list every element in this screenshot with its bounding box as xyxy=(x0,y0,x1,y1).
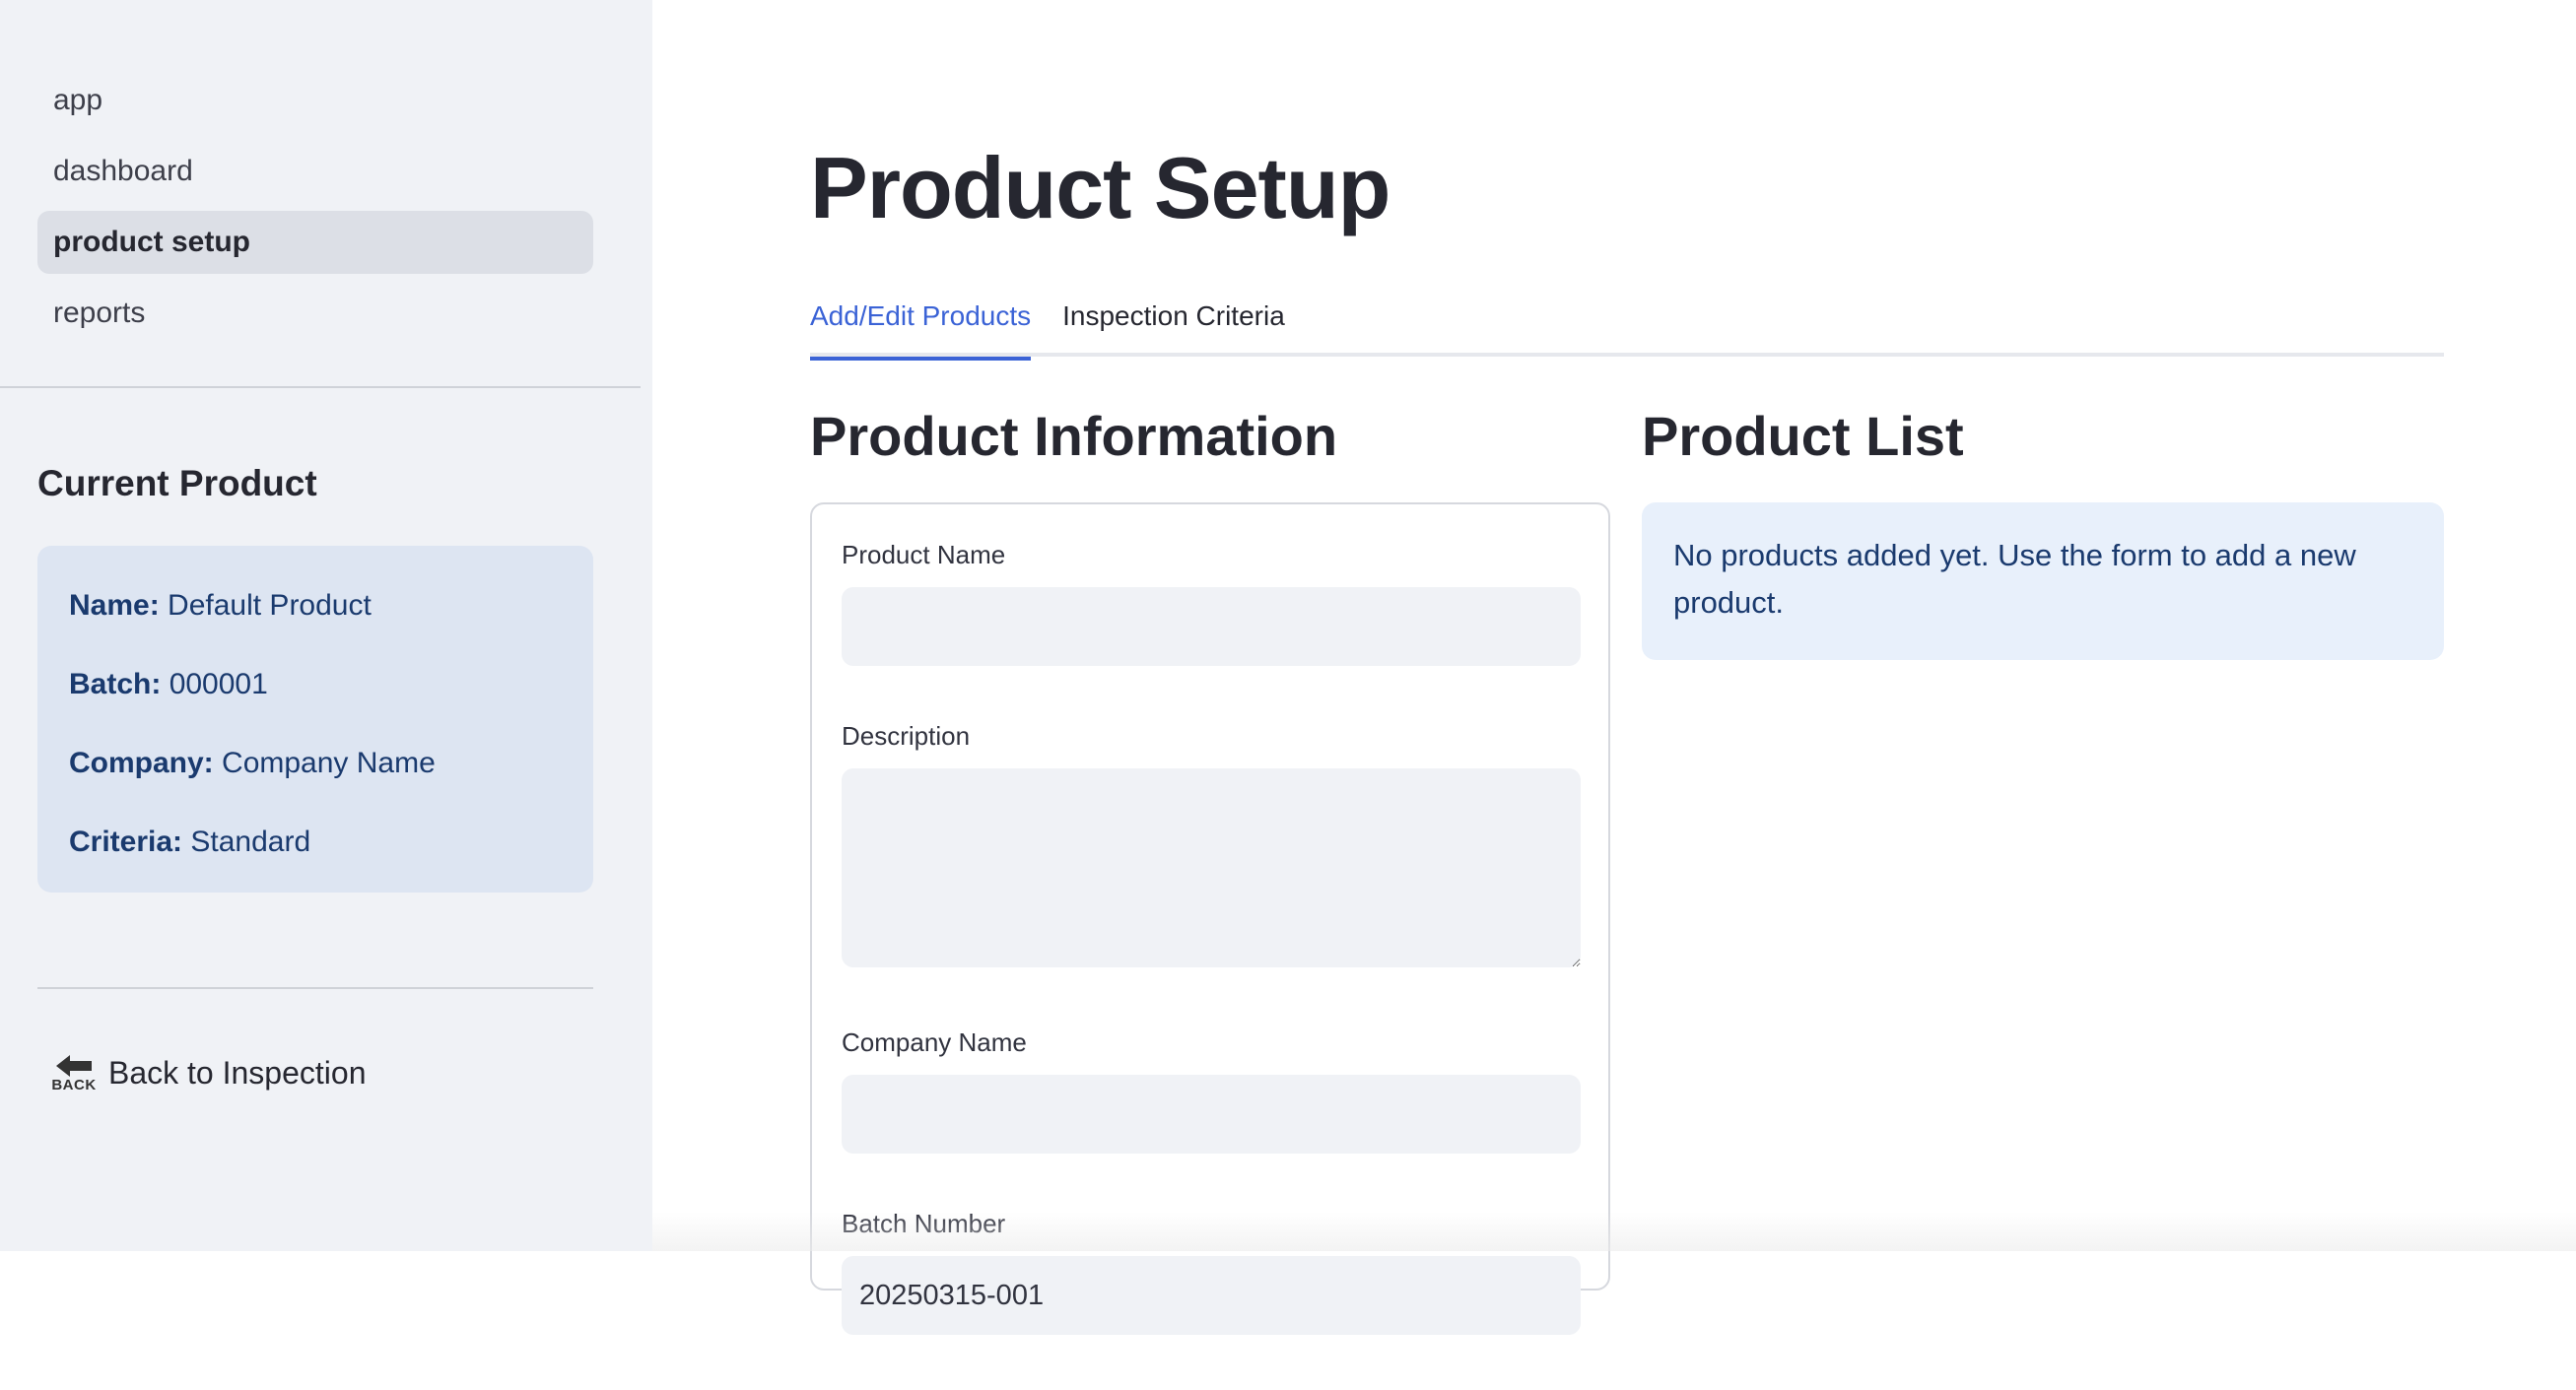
current-product-batch: Batch: 000001 xyxy=(69,660,562,739)
name-value: Default Product xyxy=(168,589,372,622)
sidebar: app dashboard product setup reports Curr… xyxy=(0,0,652,1251)
sidebar-item-product-setup[interactable]: product setup xyxy=(37,211,593,274)
criteria-label: Criteria: xyxy=(69,826,183,858)
description-textarea[interactable] xyxy=(842,768,1581,967)
product-list-title: Product List xyxy=(1642,405,1964,467)
description-label: Description xyxy=(842,721,971,751)
current-product-info: Name: Default Product Batch: 000001 Comp… xyxy=(37,546,593,893)
batch-number-input[interactable] xyxy=(842,1256,1581,1335)
current-product-name: Name: Default Product xyxy=(69,581,562,660)
batch-label: Batch: xyxy=(69,668,162,700)
company-name-label: Company Name xyxy=(842,1027,1027,1057)
page-title: Product Setup xyxy=(810,139,1390,236)
company-name-input[interactable] xyxy=(842,1075,1581,1154)
product-list-empty-message: No products added yet. Use the form to a… xyxy=(1642,502,2444,660)
sidebar-item-app[interactable]: app xyxy=(37,69,593,132)
sidebar-item-label: app xyxy=(53,84,103,116)
tab-inspection-criteria[interactable]: Inspection Criteria xyxy=(1062,292,1285,357)
back-to-inspection-label: Back to Inspection xyxy=(108,1054,367,1091)
sidebar-nav: app dashboard product setup reports xyxy=(37,69,593,353)
back-to-inspection-link[interactable]: BACK Back to Inspection xyxy=(51,1050,366,1095)
tab-bar: Add/Edit Products Inspection Criteria xyxy=(810,292,2444,361)
sidebar-item-reports[interactable]: reports xyxy=(37,282,593,345)
name-label: Name: xyxy=(69,589,160,622)
current-product-title: Current Product xyxy=(37,463,317,503)
sidebar-item-label: dashboard xyxy=(53,155,193,187)
product-form: Product Name Description Company Name Ba… xyxy=(810,502,1610,1335)
company-value: Company Name xyxy=(222,747,436,779)
product-name-label: Product Name xyxy=(842,540,1006,569)
product-information-title: Product Information xyxy=(810,405,1338,467)
main-content: Product Setup Add/Edit Products Inspecti… xyxy=(652,0,2576,1335)
tab-add-edit-products[interactable]: Add/Edit Products xyxy=(810,292,1032,361)
current-product-criteria: Criteria: Standard xyxy=(69,818,562,896)
batch-value: 000001 xyxy=(169,668,268,700)
sidebar-item-label: reports xyxy=(53,297,146,329)
back-icon-text: BACK xyxy=(51,1076,97,1093)
current-product-company: Company: Company Name xyxy=(69,739,562,818)
sidebar-divider xyxy=(37,987,593,989)
sidebar-item-label: product setup xyxy=(53,226,250,258)
back-arrow-icon: BACK xyxy=(51,1050,97,1095)
sidebar-item-dashboard[interactable]: dashboard xyxy=(37,140,593,203)
batch-number-label: Batch Number xyxy=(842,1209,1006,1238)
back-arrow-glyph xyxy=(56,1054,92,1077)
company-label: Company: xyxy=(69,747,214,779)
product-name-input[interactable] xyxy=(842,587,1581,666)
sidebar-divider xyxy=(0,386,641,388)
criteria-value: Standard xyxy=(190,826,311,858)
